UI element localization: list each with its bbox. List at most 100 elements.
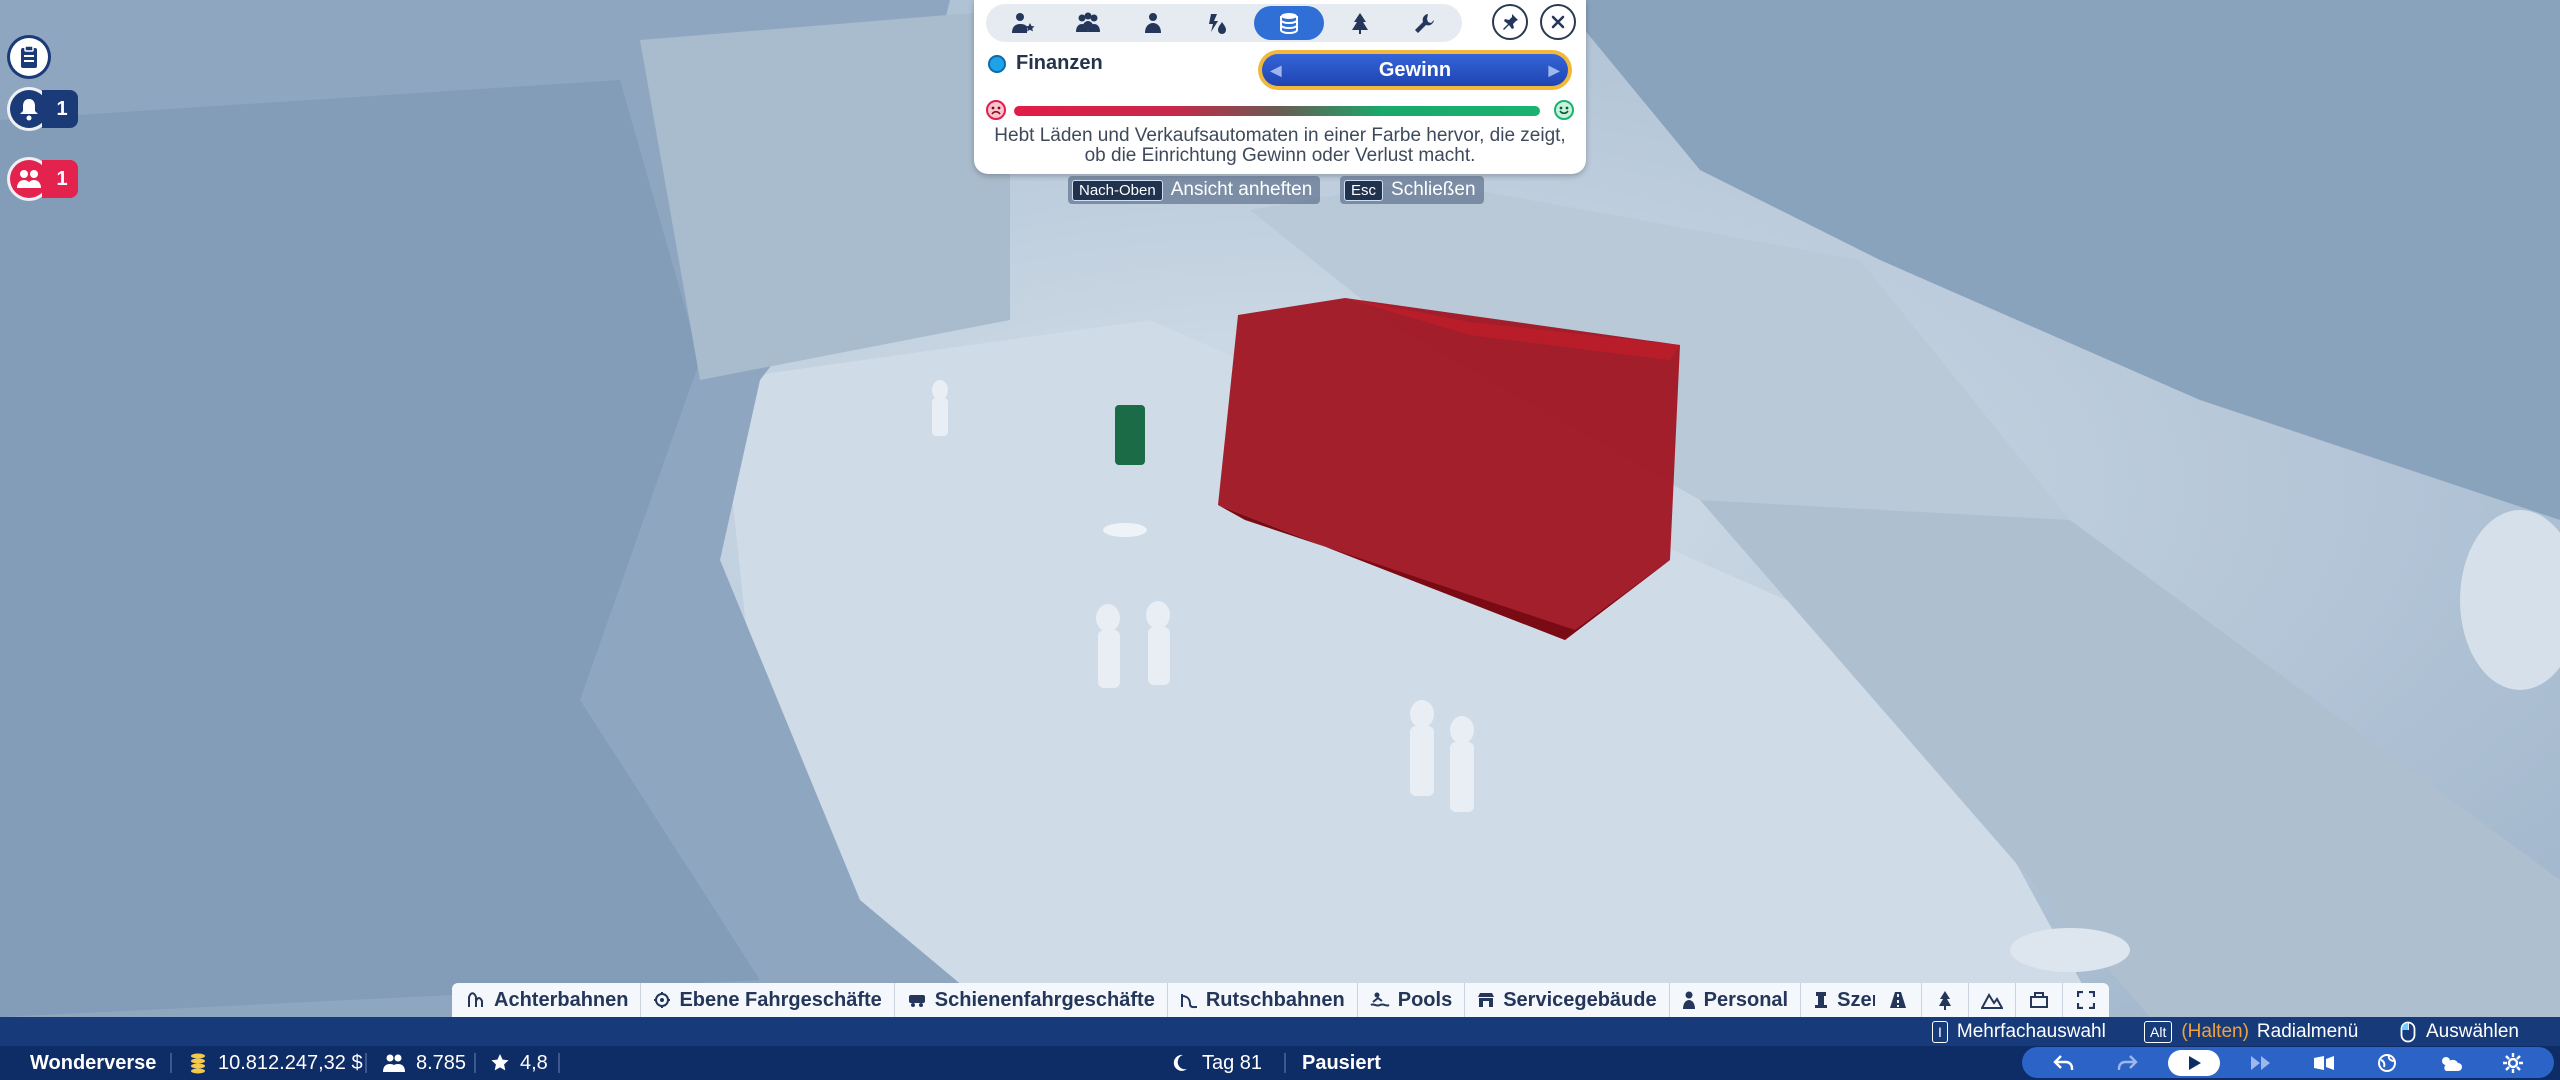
description-line: ob die Einrichtung Gewinn oder Verlust m… xyxy=(1084,145,1476,166)
tree-icon xyxy=(1939,991,1951,1010)
notifications-count: 1 xyxy=(42,90,78,128)
guests-value: 8.785 xyxy=(416,1051,467,1074)
overlay-mode: Finanzen xyxy=(988,52,1103,75)
tab-thoughts[interactable] xyxy=(1189,6,1247,40)
category-slides[interactable]: Rutschbahnen xyxy=(1168,983,1358,1017)
hint-label: Auswählen xyxy=(2426,1020,2519,1042)
category-track-rides[interactable]: Schienenfahrgeschäfte xyxy=(895,983,1168,1017)
park-money[interactable]: 10.812.247,32 $ xyxy=(188,1046,363,1080)
tab-guest-rating[interactable] xyxy=(994,6,1052,40)
category-pools[interactable]: Pools xyxy=(1358,983,1466,1017)
guest-rating-icon xyxy=(1012,13,1035,33)
tab-maintenance[interactable] xyxy=(1396,6,1454,40)
rating-value: 4,8 xyxy=(520,1051,548,1074)
guest-icon xyxy=(1145,13,1161,33)
category-label: Pools xyxy=(1397,988,1453,1011)
tab-scenery[interactable] xyxy=(1331,6,1389,40)
pin-button[interactable] xyxy=(1492,4,1528,40)
mountain-icon xyxy=(1981,993,2003,1009)
time-controls xyxy=(2022,1047,2554,1078)
play-icon xyxy=(2188,1055,2201,1070)
happy-face-icon xyxy=(1554,100,1574,120)
overlay-mode-label: Finanzen xyxy=(1016,52,1103,74)
close-hint[interactable]: Esc Schließen xyxy=(1340,176,1484,204)
globe-icon xyxy=(2377,1053,2396,1072)
category-label: Schienenfahrgeschäfte xyxy=(934,988,1155,1011)
money-value: 10.812.247,32 $ xyxy=(218,1051,363,1074)
category-label: Rutschbahnen xyxy=(1205,988,1345,1011)
build-category-bar: Achterbahnen Ebene Fahrgeschäfte Schiene… xyxy=(452,983,1936,1017)
sad-face-icon xyxy=(986,100,1006,120)
slide-icon xyxy=(1180,994,1197,1009)
fast-forward-button[interactable] xyxy=(2239,1050,2283,1076)
radial-menu-hint: Alt (Halten) Radialmenü xyxy=(2144,1019,2358,1044)
flat-ride-icon xyxy=(654,992,671,1008)
settings-button[interactable] xyxy=(2491,1050,2535,1076)
close-button[interactable] xyxy=(1540,4,1576,40)
park-rating[interactable]: 4,8 xyxy=(490,1046,548,1080)
guests-icon xyxy=(17,170,41,188)
scenery-icon xyxy=(1815,992,1828,1008)
pin-icon xyxy=(1503,14,1518,30)
overlay-description: Hebt Läden und Verkaufsautomaten in eine… xyxy=(974,126,1586,166)
game-state: Pausiert xyxy=(1302,1051,1381,1074)
profit-gradient-bar xyxy=(1014,106,1540,116)
redo-button[interactable] xyxy=(2105,1050,2149,1076)
hint-label: Ansicht anheften xyxy=(1170,179,1313,200)
pin-view-hint[interactable]: Nach-Oben Ansicht anheften xyxy=(1068,176,1321,204)
star-icon xyxy=(491,1054,509,1071)
play-button[interactable] xyxy=(2167,1049,2220,1076)
tool-paths[interactable] xyxy=(1875,983,1922,1017)
park-name[interactable]: Wonderverse xyxy=(30,1046,156,1080)
vending-machine[interactable] xyxy=(1115,405,1145,465)
hint-label: Schließen xyxy=(1391,179,1476,200)
category-coasters[interactable]: Achterbahnen xyxy=(456,983,642,1017)
undo-button[interactable] xyxy=(2042,1050,2086,1076)
park-guests[interactable]: 8.785 xyxy=(382,1046,466,1080)
tool-fullscreen[interactable] xyxy=(2063,983,2109,1017)
category-staff[interactable]: Personal xyxy=(1670,983,1802,1017)
overlay-tab-bar xyxy=(986,4,1462,42)
pool-icon xyxy=(1370,992,1390,1007)
notifications-button[interactable]: 1 xyxy=(10,90,78,128)
overlay-type-value: Gewinn xyxy=(1378,58,1452,81)
objectives-button[interactable] xyxy=(10,38,48,76)
weather-button[interactable] xyxy=(2428,1050,2472,1076)
scenery-icon xyxy=(1352,13,1368,34)
tool-trees[interactable] xyxy=(1922,983,1969,1017)
building-left xyxy=(640,10,1010,380)
category-label: Servicegebäude xyxy=(1503,988,1657,1011)
track-ride-icon xyxy=(908,995,925,1007)
camera-button[interactable] xyxy=(2302,1050,2346,1076)
chevron-right-icon[interactable]: ▶ xyxy=(1544,54,1564,86)
blueprint-icon xyxy=(2030,992,2048,1008)
wrench-icon xyxy=(1415,14,1434,33)
undo-icon xyxy=(2052,1054,2073,1070)
camera-icon xyxy=(2313,1055,2334,1070)
world-button[interactable] xyxy=(2365,1050,2409,1076)
key-cap: Alt xyxy=(2144,1020,2173,1043)
category-flat-rides[interactable]: Ebene Fahrgeschäfte xyxy=(641,983,895,1017)
tab-guest[interactable] xyxy=(1124,6,1182,40)
day-display[interactable]: Tag 81 xyxy=(1172,1046,1262,1080)
tab-finance[interactable] xyxy=(1254,6,1324,40)
staff-icon xyxy=(1682,991,1695,1009)
shop-icon xyxy=(1478,993,1495,1007)
guest-alerts-button[interactable]: 1 xyxy=(10,160,78,198)
tool-blueprints[interactable] xyxy=(2016,983,2063,1017)
coins-icon xyxy=(191,1053,205,1074)
key-cap: Esc xyxy=(1344,179,1384,201)
category-service-buildings[interactable]: Servicegebäude xyxy=(1465,983,1670,1017)
hint-hold-label: (Halten) xyxy=(2181,1020,2249,1042)
path-icon xyxy=(1890,992,1906,1008)
chevron-left-icon[interactable]: ◀ xyxy=(1266,54,1286,86)
tool-terrain[interactable] xyxy=(1969,983,2016,1017)
description-line: Hebt Läden und Verkaufsautomaten in eine… xyxy=(994,125,1566,146)
day-value: Tag 81 xyxy=(1202,1051,1263,1074)
overlay-type-selector[interactable]: ◀ Gewinn ▶ xyxy=(1258,50,1572,90)
moon-icon xyxy=(1173,1054,1187,1071)
close-icon xyxy=(1551,15,1565,29)
fast-forward-icon xyxy=(2250,1055,2270,1070)
weather-icon xyxy=(2441,1056,2462,1071)
tab-guests[interactable] xyxy=(1059,6,1117,40)
